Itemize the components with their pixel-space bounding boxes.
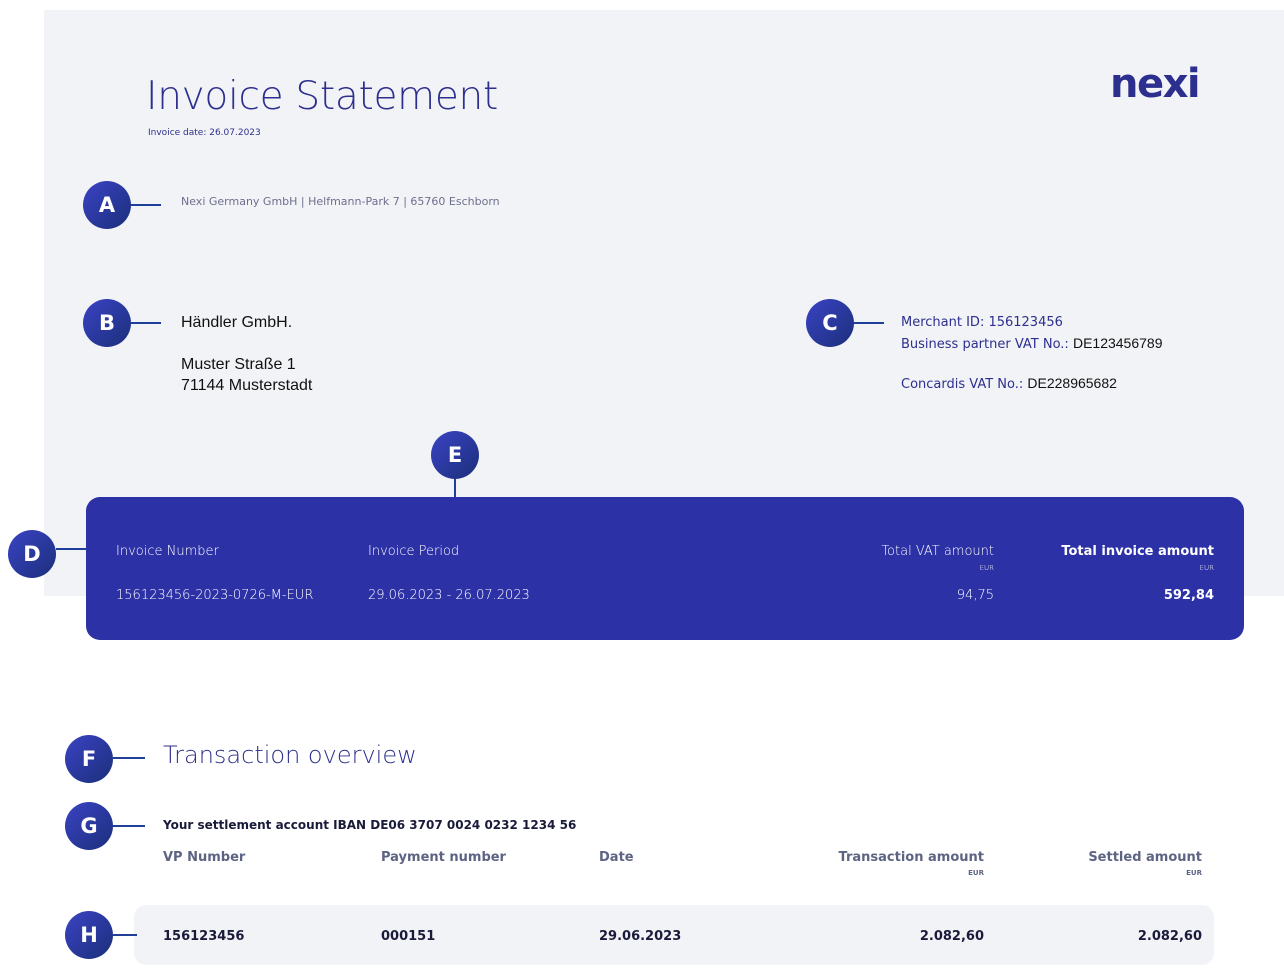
recipient-address: Händler GmbH. Muster Straße 1 71144 Must… <box>181 312 312 396</box>
concardis-vat-value: DE228965682 <box>1027 375 1117 391</box>
invoice-date: Invoice date: 26.07.2023 <box>148 128 261 138</box>
total-invoice-label: Total invoice amount <box>1061 544 1214 559</box>
column-header-settled-currency: EUR <box>1186 869 1202 877</box>
marker-b: B <box>83 299 131 347</box>
business-partner-vat-label: Business partner VAT No.: <box>901 337 1069 352</box>
recipient-name: Händler GmbH. <box>181 314 293 331</box>
row-transaction-amount: 2.082,60 <box>919 929 984 944</box>
invoice-period-label: Invoice Period <box>368 544 460 559</box>
merchant-info: Merchant ID: 156123456 Business partner … <box>901 313 1163 395</box>
settlement-iban: Your settlement account IBAN DE06 3707 0… <box>163 818 577 832</box>
marker-a-connector <box>131 204 161 206</box>
column-header-date: Date <box>599 850 634 865</box>
column-header-vp-number: VP Number <box>163 850 246 865</box>
column-header-settled-amount: Settled amount <box>1088 850 1202 865</box>
marker-g: G <box>65 802 113 850</box>
business-partner-vat: Business partner VAT No.: DE123456789 <box>901 333 1163 355</box>
marker-g-connector <box>113 825 145 827</box>
business-partner-vat-value: DE123456789 <box>1072 335 1163 351</box>
marker-a: A <box>83 181 131 229</box>
row-payment-number: 000151 <box>381 929 436 944</box>
total-invoice-value: 592,84 <box>1163 588 1214 603</box>
marker-d-connector <box>56 548 88 550</box>
row-date: 29.06.2023 <box>599 929 682 944</box>
merchant-id: Merchant ID: 156123456 <box>901 315 1063 330</box>
recipient-city: 71144 Musterstadt <box>181 377 313 394</box>
total-invoice-currency: EUR <box>1199 564 1214 572</box>
marker-h-connector <box>113 934 137 936</box>
nexi-logo: nexi <box>1110 61 1201 107</box>
marker-c: C <box>806 299 854 347</box>
page-title: Invoice Statement <box>146 74 498 119</box>
concardis-vat: Concardis VAT No.: DE228965682 <box>901 373 1163 395</box>
concardis-vat-label: Concardis VAT No.: <box>901 377 1024 392</box>
marker-c-connector <box>854 322 884 324</box>
invoice-number-value: 156123456-2023-0726-M-EUR <box>116 588 314 603</box>
marker-e-connector <box>454 479 456 499</box>
invoice-summary-panel: Invoice Number 156123456-2023-0726-M-EUR… <box>86 497 1244 640</box>
marker-d: D <box>8 530 56 578</box>
invoice-number-label: Invoice Number <box>116 544 219 559</box>
marker-f: F <box>65 735 113 783</box>
marker-h: H <box>65 911 113 959</box>
row-vp-number: 156123456 <box>163 929 245 944</box>
row-settled-amount: 2.082,60 <box>1137 929 1202 944</box>
transaction-overview-title: Transaction overview <box>163 741 417 769</box>
column-header-transaction-amount: Transaction amount <box>838 850 984 865</box>
marker-b-connector <box>131 322 161 324</box>
recipient-street: Muster Straße 1 <box>181 356 296 373</box>
marker-e: E <box>431 431 479 479</box>
sender-address-line: Nexi Germany GmbH | Helfmann-Park 7 | 65… <box>181 195 500 208</box>
invoice-period-value: 29.06.2023 - 26.07.2023 <box>368 588 530 603</box>
column-header-transaction-currency: EUR <box>968 869 984 877</box>
column-header-payment-number: Payment number <box>381 850 506 865</box>
total-vat-currency: EUR <box>979 564 994 572</box>
marker-f-connector <box>113 757 145 759</box>
